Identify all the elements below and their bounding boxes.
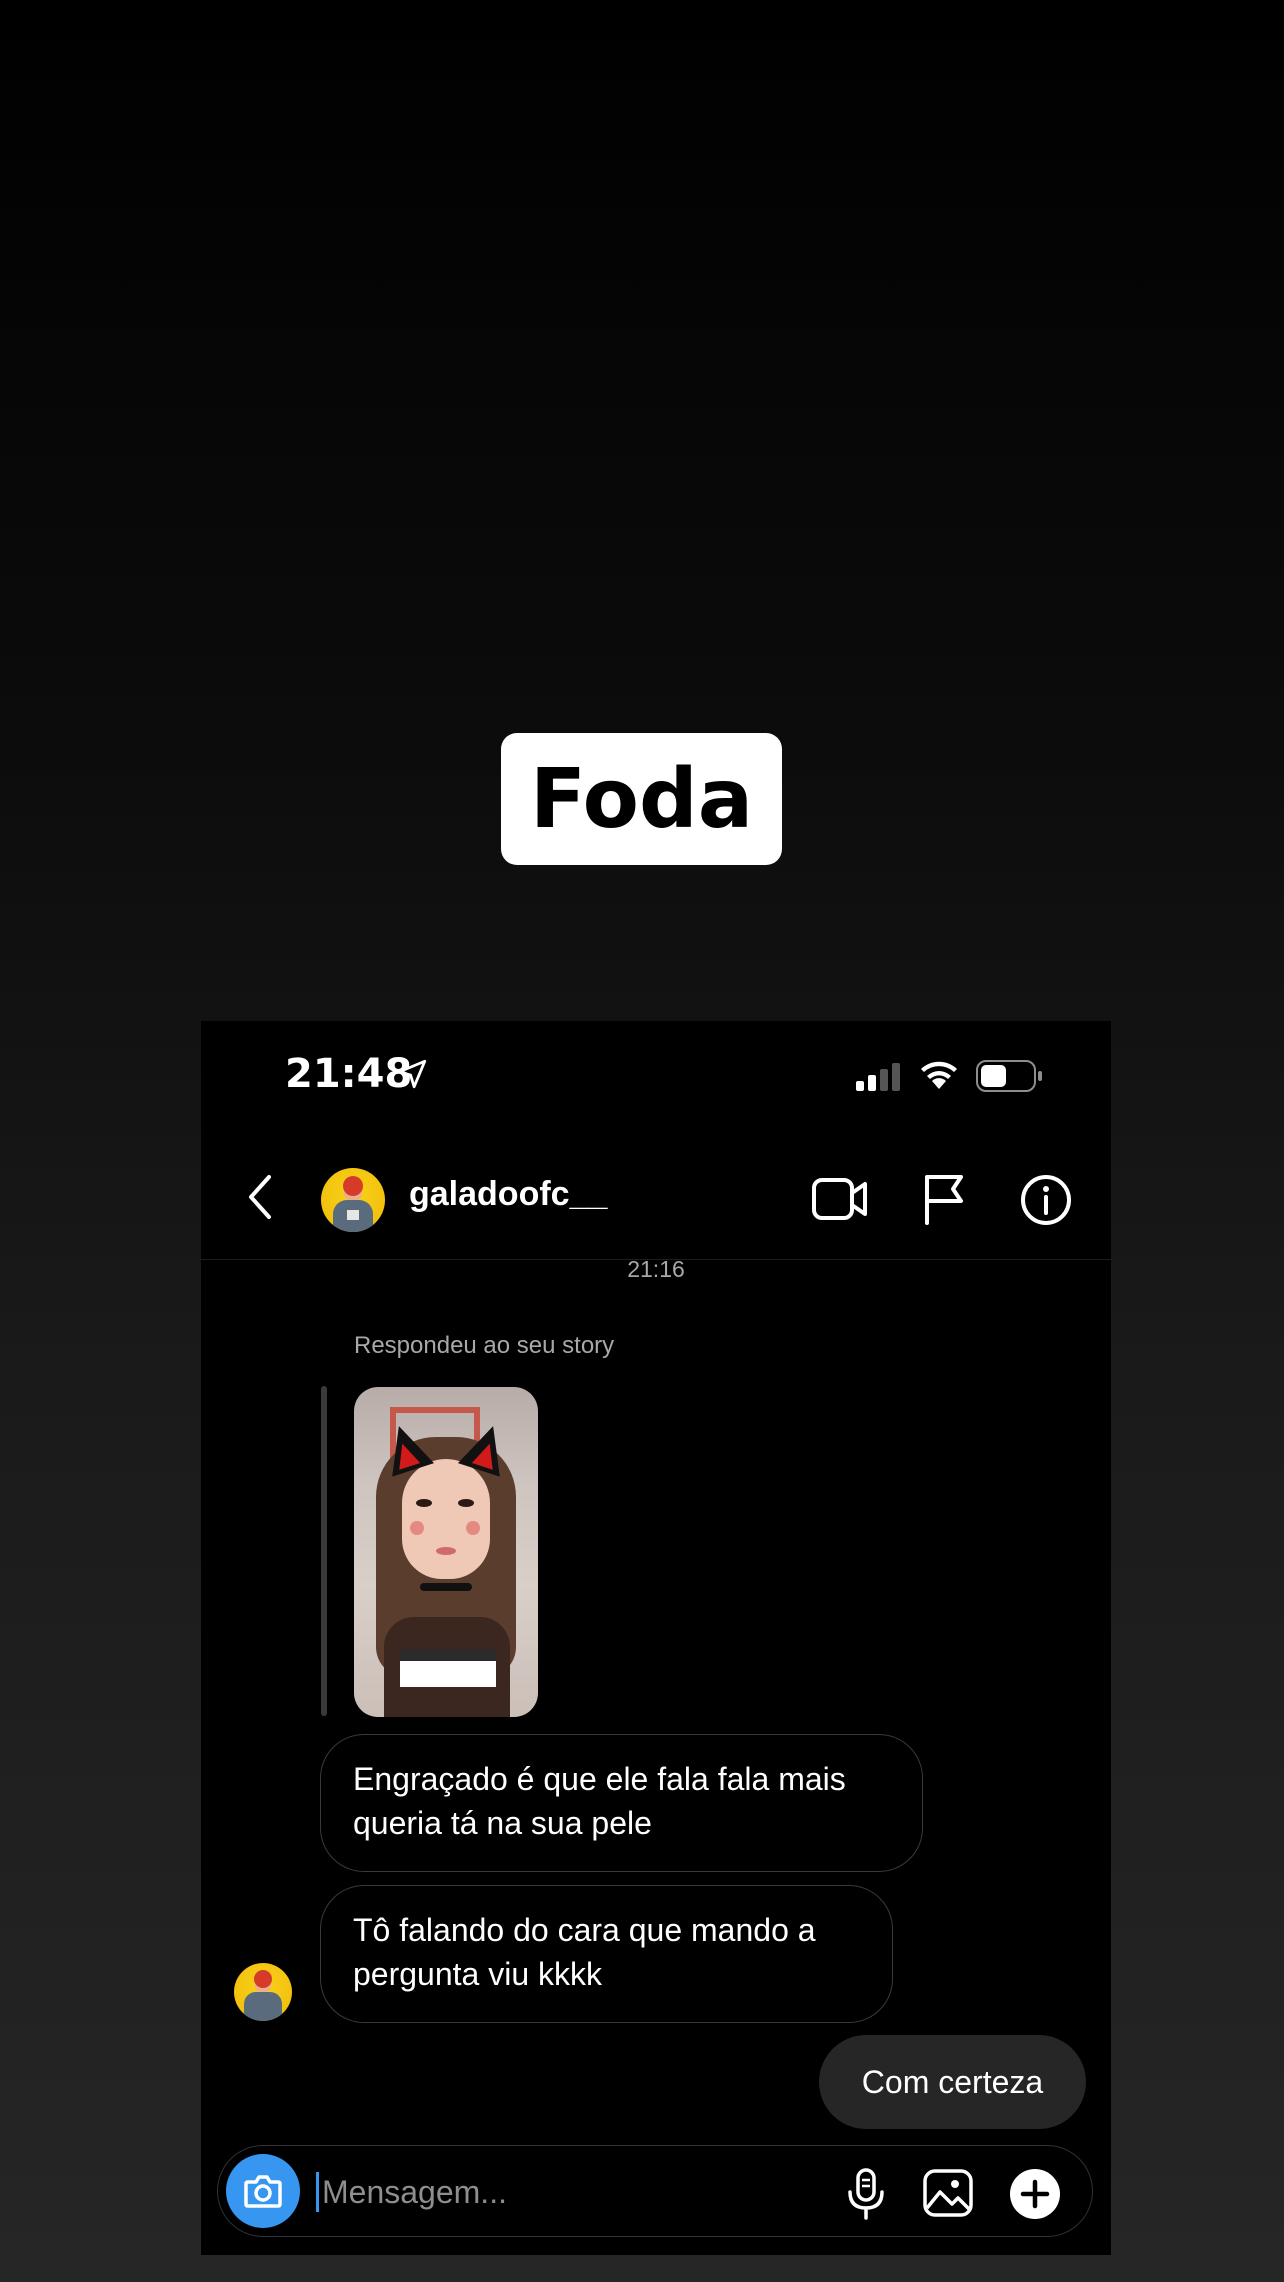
message-timestamp: 21:16 xyxy=(627,1256,685,1282)
received-message[interactable]: Engraçado é que ele fala fala mais queri… xyxy=(320,1734,923,1872)
chat-username[interactable]: galadoofc__ xyxy=(409,1175,607,1214)
video-call-icon[interactable] xyxy=(811,1175,869,1223)
text-cursor xyxy=(316,2172,319,2212)
wifi-icon xyxy=(921,1061,957,1089)
story-caption-text: Foda xyxy=(501,733,782,865)
sender-avatar[interactable] xyxy=(234,1963,292,2021)
flag-icon[interactable] xyxy=(921,1173,967,1225)
info-icon[interactable] xyxy=(1019,1173,1073,1227)
status-bar: 21:48 xyxy=(201,1021,1111,1131)
received-message[interactable]: Tô falando do cara que mando a pergunta … xyxy=(320,1885,893,2023)
plus-icon[interactable] xyxy=(1009,2168,1061,2220)
avatar[interactable] xyxy=(321,1168,385,1232)
reply-indicator-bar xyxy=(321,1386,327,1716)
status-time: 21:48 xyxy=(285,1051,413,1097)
chat-header: galadoofc__ xyxy=(201,1131,1111,1260)
dm-screenshot: 21:48 galadoofc__ 21:16 Respondeu ao seu… xyxy=(201,1021,1111,2255)
story-reply-label: Respondeu ao seu story xyxy=(354,1332,615,1359)
sent-message[interactable]: Com certeza xyxy=(819,2035,1086,2129)
battery-icon xyxy=(976,1060,1042,1092)
cellular-signal-icon xyxy=(856,1063,900,1091)
gallery-icon[interactable] xyxy=(922,2168,974,2218)
chevron-left-icon[interactable] xyxy=(241,1173,281,1221)
camera-button[interactable] xyxy=(226,2154,300,2228)
message-composer xyxy=(217,2145,1093,2237)
message-input[interactable] xyxy=(320,2160,704,2224)
story-thumbnail[interactable] xyxy=(354,1387,538,1717)
camera-icon xyxy=(244,2175,282,2208)
location-arrow-icon xyxy=(397,1059,427,1089)
microphone-icon[interactable] xyxy=(846,2168,886,2220)
